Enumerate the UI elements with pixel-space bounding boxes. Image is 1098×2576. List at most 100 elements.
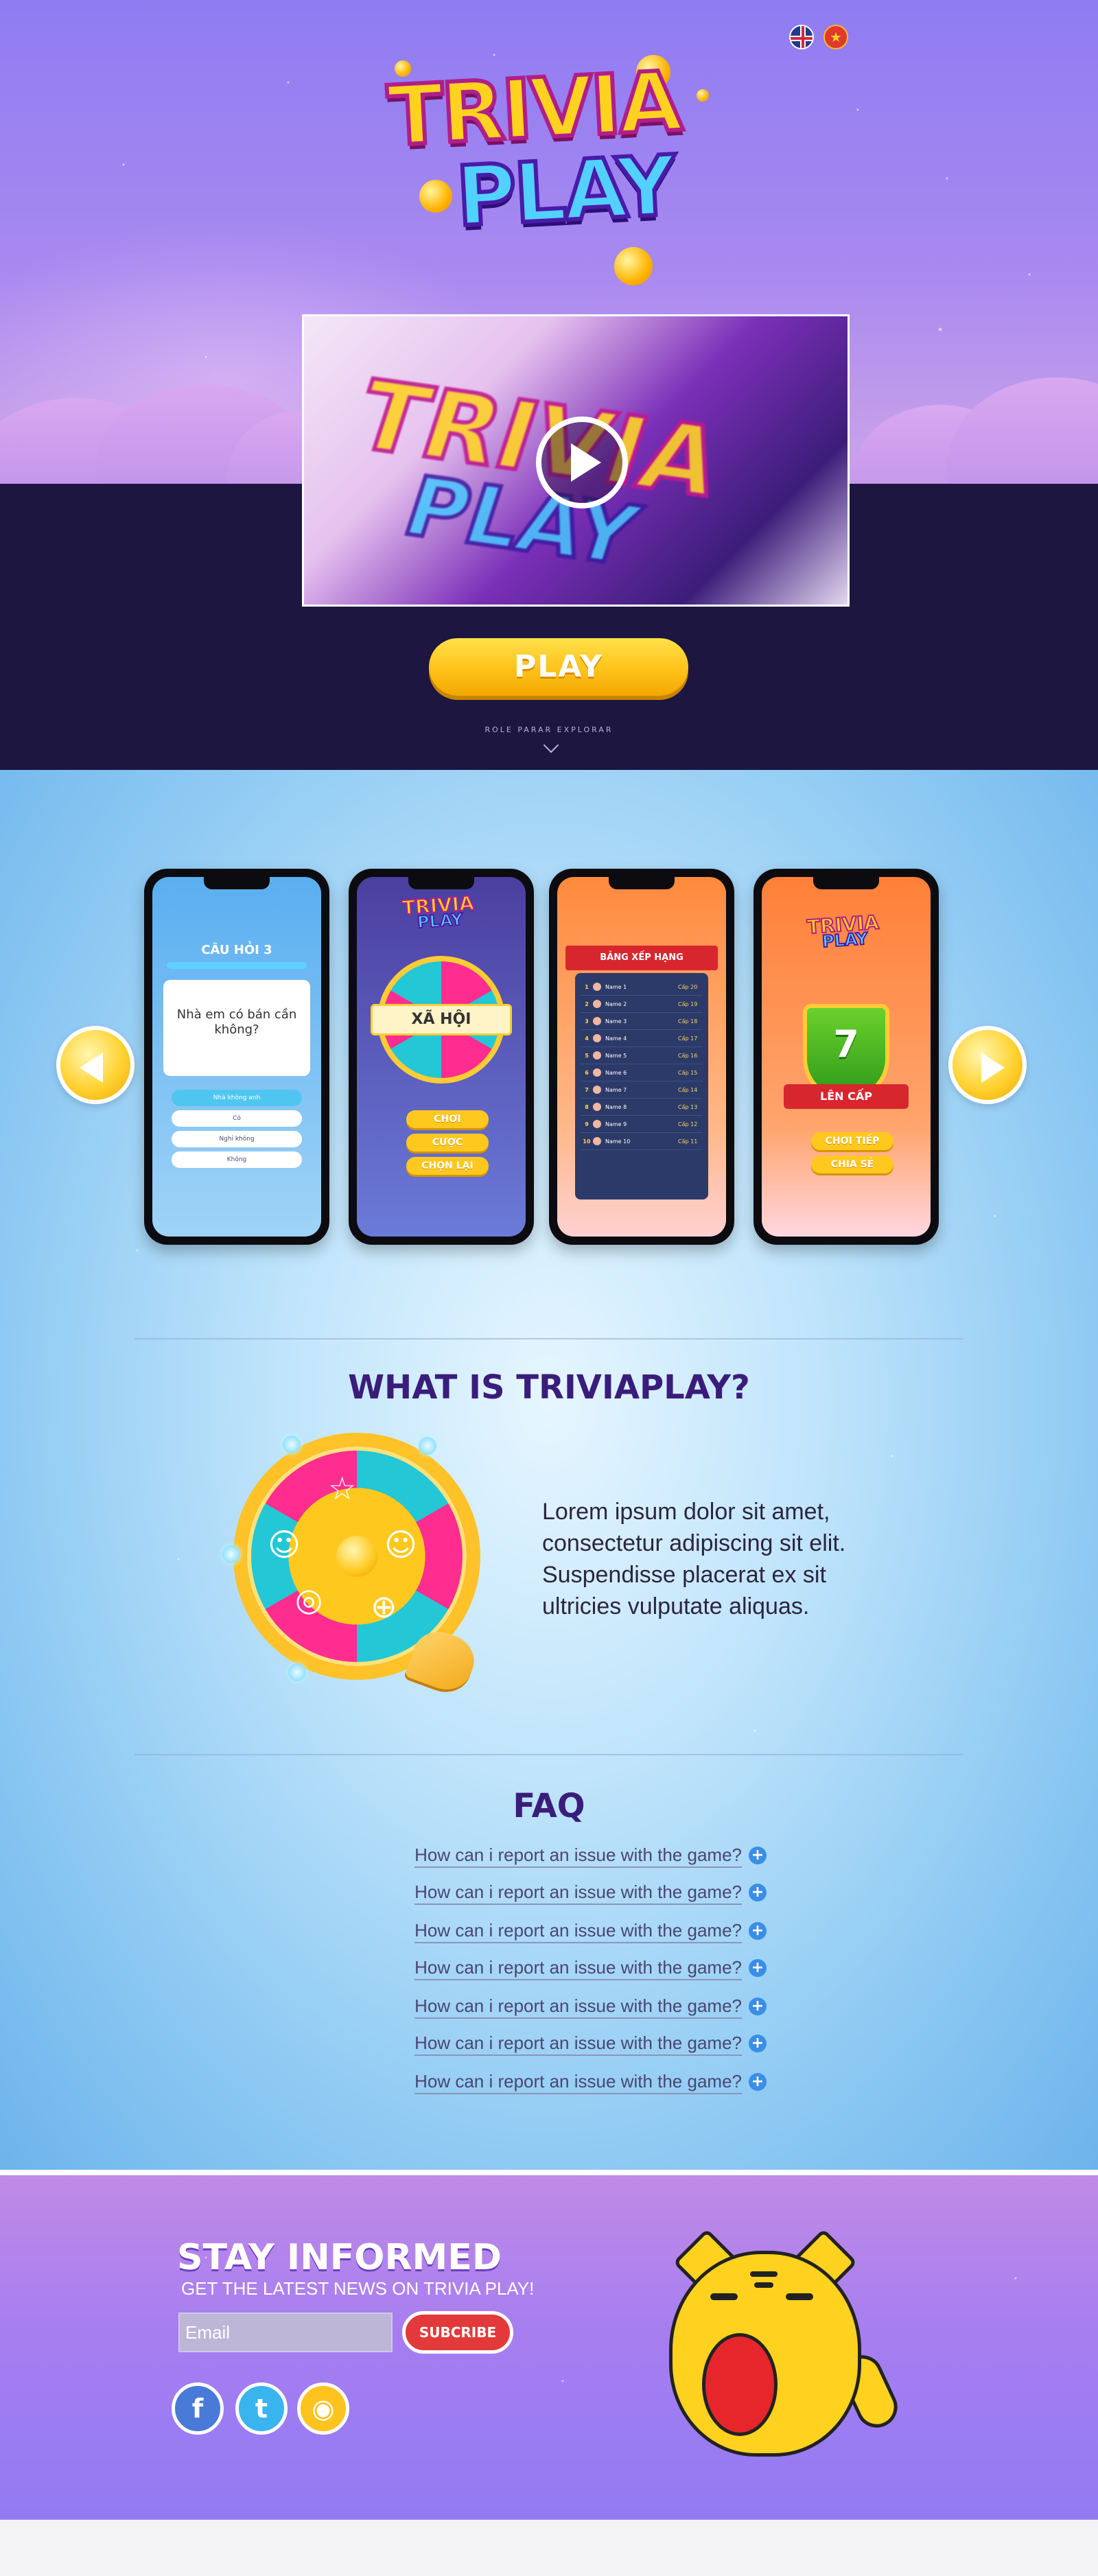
mascot-stripe <box>754 2282 773 2288</box>
gamepad-icon[interactable]: ◉ <box>297 2382 349 2435</box>
plus-circle-icon[interactable]: + <box>749 1884 767 1901</box>
player-name: Name 4 <box>605 1035 627 1042</box>
faq-item[interactable]: How can i report an issue with the game?… <box>343 1920 767 1943</box>
phone-notch <box>408 877 474 889</box>
mini-logo-play: PLAY <box>821 928 869 952</box>
faq-question-link[interactable]: How can i report an issue with the game? <box>414 1882 742 1905</box>
player-name: Name 1 <box>605 983 627 990</box>
faq-question-link[interactable]: How can i report an issue with the game? <box>414 2033 742 2056</box>
faq-item[interactable]: How can i report an issue with the game?… <box>343 1882 767 1905</box>
share-option: CHIA SẺ <box>811 1156 893 1173</box>
faq-question-link[interactable]: How can i report an issue with the game? <box>414 1957 742 1980</box>
player-level: Cấp 20 <box>678 983 698 990</box>
phone-screen: TRIVIA PLAY XÃ HỘI CHƠI CƯỢC CHỌN LẠI <box>357 877 526 1237</box>
mini-logo-play: PLAY <box>416 909 464 933</box>
rank-number: 3 <box>585 1018 589 1024</box>
rank-number: 5 <box>585 1052 589 1059</box>
facebook-icon[interactable]: f <box>172 2382 224 2435</box>
phone-notch <box>204 877 270 889</box>
rank-number: 8 <box>585 1103 589 1110</box>
rank-number: 4 <box>585 1035 589 1042</box>
triviaplay-logo: TRIVIA PLAY <box>381 48 724 285</box>
gem-decoration <box>419 1437 436 1455</box>
arrow-left-icon[interactable] <box>56 1026 135 1104</box>
player-name: Name 6 <box>605 1069 627 1076</box>
player-level: Cấp 19 <box>678 1000 698 1007</box>
avatar <box>593 983 601 991</box>
plus-circle-icon[interactable]: + <box>749 1847 767 1864</box>
leaderboard-row: 9 Name 9 Cấp 12 <box>581 1116 703 1133</box>
leaderboard-row: 2 Name 2 Cấp 19 <box>581 996 703 1013</box>
wheel-hub <box>336 1536 377 1577</box>
category-label: XÃ HỘI <box>371 1004 512 1035</box>
globe-icon: ⊕ <box>371 1588 397 1625</box>
plus-circle-icon[interactable]: + <box>749 2035 767 2052</box>
scroll-hint: ROLE PARAR EXPLORAR <box>484 725 614 734</box>
avatar <box>593 1120 601 1128</box>
reselect-option: CHỌN LẠI <box>406 1157 489 1175</box>
leaderboard-row: 6 Name 6 Cấp 15 <box>581 1064 703 1081</box>
phone-notch <box>813 877 879 889</box>
player-level: Cấp 14 <box>678 1086 698 1093</box>
mascot-eye <box>710 2293 738 2300</box>
faq-item[interactable]: How can i report an issue with the game?… <box>343 1845 767 1868</box>
gem-decoration <box>288 1663 306 1681</box>
faq-question-link[interactable]: How can i report an issue with the game? <box>414 1995 742 2019</box>
leaderboard-row: 10 Name 10 Cấp 11 <box>581 1133 703 1150</box>
email-input[interactable] <box>178 2312 393 2352</box>
subscribe-button[interactable]: SUBCRIBE <box>402 2311 513 2354</box>
mascot-stripe <box>750 2271 778 2277</box>
avatar <box>593 1034 601 1042</box>
faq-question-link[interactable]: How can i report an issue with the game? <box>414 1845 742 1868</box>
screenshot-spin-wheel[interactable]: TRIVIA PLAY XÃ HỘI CHƠI CƯỢC CHỌN LẠI <box>349 869 534 1245</box>
faq-item[interactable]: How can i report an issue with the game?… <box>343 2033 767 2056</box>
twitter-icon[interactable]: t <box>235 2382 288 2435</box>
faq-question-link[interactable]: How can i report an issue with the game? <box>414 1920 742 1943</box>
rank-number: 2 <box>585 1000 589 1007</box>
divider <box>0 2170 1098 2175</box>
timer-bar <box>166 962 307 969</box>
faq-question-link[interactable]: How can i report an issue with the game? <box>414 2071 742 2094</box>
plus-circle-icon[interactable]: + <box>749 1959 767 1977</box>
phone-notch <box>609 877 675 889</box>
faq-item[interactable]: How can i report an issue with the game?… <box>343 1995 767 2019</box>
uk-flag-icon[interactable] <box>789 25 814 49</box>
about-description: Lorem ipsum dolor sit amet, consectetur … <box>542 1499 846 1619</box>
rank-number: 1 <box>585 983 589 990</box>
phone-screen: TRIVIA PLAY 7 LÊN CẤP CHƠI TIẾP CHIA SẺ <box>762 877 931 1237</box>
player-name: Name 8 <box>605 1103 627 1110</box>
arrow-right-icon[interactable] <box>948 1026 1027 1104</box>
avatar <box>593 1103 601 1111</box>
screenshot-level-up[interactable]: TRIVIA PLAY 7 LÊN CẤP CHƠI TIẾP CHIA SẺ <box>754 869 939 1245</box>
answer-option: Nghỉ không <box>172 1131 302 1147</box>
play-button[interactable]: PLAY <box>429 638 688 696</box>
bet-option: CƯỢC <box>406 1134 489 1151</box>
screenshot-question[interactable]: CÂU HỎI 3 Nhà em có bán cần không? Nhà k… <box>144 869 329 1245</box>
play-icon[interactable] <box>536 417 628 508</box>
player-name: Name 2 <box>605 1000 627 1007</box>
plus-circle-icon[interactable]: + <box>749 1922 767 1940</box>
trailer-video[interactable]: TRIVIA PLAY <box>302 314 850 607</box>
phone-screen: BẢNG XẾP HẠNG 1 Name 1 Cấp 20 2 Name 2 Cấp 19… <box>557 877 726 1237</box>
phone-screen: CÂU HỎI 3 Nhà em có bán cần không? Nhà k… <box>152 877 321 1237</box>
leaderboard-banner: BẢNG XẾP HẠNG <box>565 946 718 970</box>
player-name: Name 3 <box>605 1018 627 1024</box>
avatar <box>593 1000 601 1008</box>
player-level: Cấp 11 <box>678 1138 698 1145</box>
faq-title: FAQ <box>513 1787 585 1825</box>
player-level: Cấp 15 <box>678 1069 698 1076</box>
play-option: CHƠI <box>406 1110 489 1128</box>
faq-item[interactable]: How can i report an issue with the game?… <box>343 2071 767 2094</box>
coin-decoration <box>419 180 452 213</box>
about-title: WHAT IS TRIVIAPLAY? <box>348 1368 750 1407</box>
plus-circle-icon[interactable]: + <box>749 1998 767 2015</box>
screenshot-leaderboard[interactable]: BẢNG XẾP HẠNG 1 Name 1 Cấp 20 2 Name 2 Cấp 19… <box>549 869 734 1245</box>
plus-circle-icon[interactable]: + <box>749 2073 767 2091</box>
coin-decoration <box>697 89 709 102</box>
smiley-icon: ☺ <box>384 1526 417 1563</box>
faq-item[interactable]: How can i report an issue with the game?… <box>343 1957 767 1980</box>
mascot-eye <box>786 2293 813 2300</box>
football-icon: ◎ <box>295 1581 323 1618</box>
coin-decoration <box>614 247 653 285</box>
vietnam-flag-icon[interactable]: ★ <box>824 25 848 49</box>
